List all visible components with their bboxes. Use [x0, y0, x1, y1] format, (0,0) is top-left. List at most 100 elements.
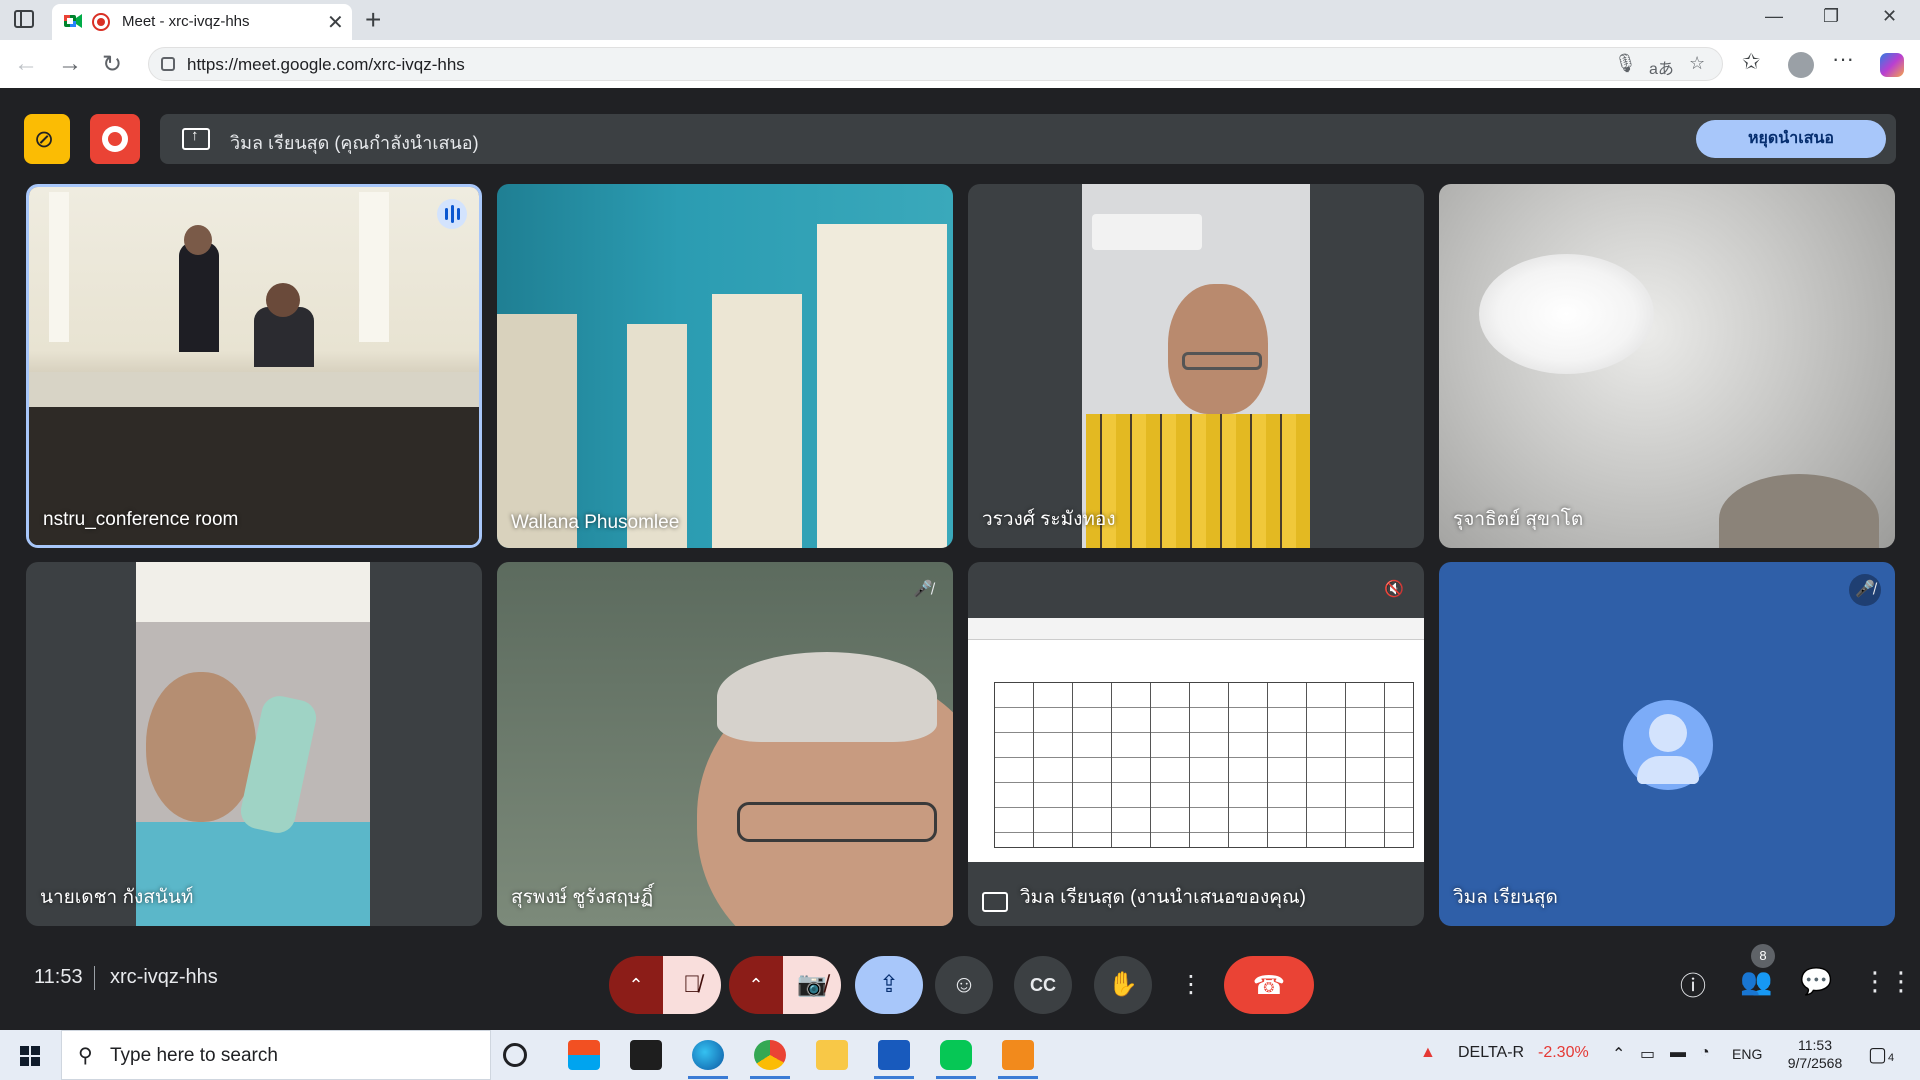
recording-icon: [92, 13, 110, 31]
participant-tile[interactable]: nstru_conference room: [26, 184, 482, 548]
address-bar[interactable]: https://meet.google.com/xrc-ivqz-hhs 🎙 a…: [148, 47, 1723, 81]
presenting-text: วิมล เรียนสุด (คุณกำลังนำเสนอ): [230, 133, 479, 153]
search-placeholder: Type here to search: [110, 1045, 278, 1066]
profile-icon[interactable]: [1788, 52, 1814, 78]
activities-icon[interactable]: ⋮⋮⋮: [1862, 966, 1920, 997]
present-icon: [182, 127, 210, 150]
participant-name: นายเดชา กังสนันท์: [40, 887, 194, 908]
mic-off-icon: 🎤̸: [1849, 574, 1881, 606]
emoji-icon[interactable]: ☺: [935, 956, 993, 1014]
participant-tile[interactable]: Wallana Phusomlee: [497, 184, 953, 548]
stop-presenting-button[interactable]: หยุดนำเสนอ: [1696, 120, 1886, 158]
reload-button[interactable]: ↻: [102, 50, 122, 79]
raise-hand-icon[interactable]: ✋: [1094, 956, 1152, 1014]
no-recording-button[interactable]: ⊘: [24, 114, 70, 164]
device-icon[interactable]: ▭: [1640, 1044, 1655, 1064]
taskbar-clock[interactable]: 11:53 9/7/2568: [1775, 1036, 1855, 1072]
divider: [94, 966, 95, 990]
new-tab-button[interactable]: +: [365, 4, 381, 36]
battery-icon[interactable]: ▬: [1670, 1044, 1686, 1062]
pdf-icon[interactable]: [1002, 1040, 1034, 1070]
call-controls: 11:53 xrc-ivqz-hhs ⌃ 🎙̸ ⌃ 📷̸ ⇪ ☺ CC ✋ ⋮ …: [6, 936, 1920, 1026]
mic-off-icon: 🎤̸: [913, 581, 933, 598]
participant-tile[interactable]: วรวงศ์ ระมังทอง: [968, 184, 1424, 548]
more-options-icon[interactable]: ⋮: [1174, 956, 1208, 1014]
stock-name[interactable]: DELTA-R: [1458, 1044, 1524, 1062]
info-icon[interactable]: ⓘ: [1680, 966, 1706, 1003]
more-icon[interactable]: ···: [1832, 46, 1854, 72]
store-icon[interactable]: [568, 1040, 600, 1070]
line-icon[interactable]: [940, 1040, 972, 1070]
video-options-button[interactable]: ⌃: [729, 956, 783, 1014]
no-recording-icon: ⊘: [34, 126, 55, 153]
participant-tile[interactable]: นายเดชา กังสนันท์: [26, 562, 482, 926]
language-indicator[interactable]: ENG: [1732, 1046, 1762, 1062]
favorites-icon[interactable]: ✩: [1742, 49, 1760, 75]
recording-button[interactable]: [90, 114, 140, 164]
taskbar-time: 11:53: [1798, 1037, 1832, 1053]
minimize-button[interactable]: —: [1765, 6, 1783, 27]
notification-count: 4: [1888, 1052, 1895, 1064]
tab-title: Meet - xrc-ivqz-hhs: [122, 13, 250, 30]
translate-icon[interactable]: aあ: [1649, 55, 1674, 79]
restore-button[interactable]: ❐: [1823, 6, 1839, 27]
participant-name: วรวงศ์ ระมังทอง: [982, 509, 1116, 530]
copilot-icon[interactable]: [1880, 53, 1904, 77]
stock-icon[interactable]: ▲: [1420, 1044, 1436, 1062]
participant-name: วิมล เรียนสุด (งานนำเสนอของคุณ): [1020, 887, 1306, 908]
participant-tile[interactable]: 🎤̸ สุรพงษ์ ชูรังสฤษฏิ์: [497, 562, 953, 926]
file-explorer-icon[interactable]: [816, 1040, 848, 1070]
url-text[interactable]: https://meet.google.com/xrc-ivqz-hhs: [187, 55, 465, 75]
search-icon: ⚲: [78, 1045, 93, 1067]
mic-off-icon: 🔇: [1384, 581, 1404, 598]
participant-name: Wallana Phusomlee: [511, 512, 680, 533]
back-button[interactable]: ←: [14, 50, 38, 78]
participant-tile[interactable]: รุจาธิตย์ สุขาโต: [1439, 184, 1895, 548]
speaking-icon: [437, 199, 467, 229]
camera-off-icon[interactable]: 📷̸: [783, 956, 841, 1014]
mic-off-icon[interactable]: 🎙̸: [663, 956, 721, 1014]
forward-button[interactable]: →: [58, 50, 82, 78]
edge-icon[interactable]: [692, 1040, 724, 1070]
present-icon: [982, 892, 1008, 912]
browser-tabbar: Meet - xrc-ivqz-hhs ✕ + — ❐ ✕: [0, 0, 1920, 40]
start-icon[interactable]: [20, 1046, 40, 1066]
taskbar: ⚲ Type here to search ▲ DELTA-R -2.30% ⌃…: [0, 1030, 1920, 1080]
audio-options-button[interactable]: ⌃: [609, 956, 663, 1014]
close-window-button[interactable]: ✕: [1882, 6, 1897, 27]
wifi-icon[interactable]: ◔: [1700, 1044, 1710, 1062]
chrome-icon[interactable]: [754, 1040, 786, 1070]
taskbar-date: 9/7/2568: [1787, 1055, 1843, 1071]
word-icon[interactable]: [878, 1040, 910, 1070]
lock-icon[interactable]: [161, 57, 175, 71]
presentation-tile[interactable]: 🔇 วิมล เรียนสุด (งานนำเสนอของคุณ): [968, 562, 1424, 926]
tab-actions-icon[interactable]: [14, 10, 34, 28]
participant-name: nstru_conference room: [43, 509, 239, 530]
mail-icon[interactable]: [630, 1040, 662, 1070]
presenting-banner: วิมล เรียนสุด (คุณกำลังนำเสนอ) หยุดนำเสน…: [160, 114, 1896, 164]
browser-toolbar: ← → ↻ https://meet.google.com/xrc-ivqz-h…: [0, 40, 1920, 88]
meet-favicon: [64, 14, 82, 28]
participant-tile[interactable]: 🎤̸ วิมล เรียนสุด: [1439, 562, 1895, 926]
participant-name: สุรพงษ์ ชูรังสฤษฏิ์: [511, 887, 654, 908]
tab-close-icon[interactable]: ✕: [327, 10, 344, 35]
task-view-icon[interactable]: [503, 1043, 527, 1067]
people-icon[interactable]: 👥: [1740, 966, 1772, 997]
tab-meet[interactable]: Meet - xrc-ivqz-hhs ✕: [52, 4, 352, 40]
chevron-up-icon[interactable]: ⌃: [1612, 1044, 1625, 1064]
leave-call-icon[interactable]: ☎: [1224, 956, 1314, 1014]
captions-icon[interactable]: CC: [1014, 956, 1072, 1014]
meet-window: ⊘ วิมล เรียนสุด (คุณกำลังนำเสนอ) หยุดนำเ…: [6, 92, 1920, 1026]
present-screen-icon[interactable]: ⇪: [855, 956, 923, 1014]
meeting-time: 11:53: [34, 966, 83, 988]
participant-name: วิมล เรียนสุด: [1453, 887, 1558, 908]
participant-name: รุจาธิตย์ สุขาโต: [1453, 509, 1584, 530]
participant-count-badge: 8: [1751, 944, 1775, 968]
mic-icon[interactable]: 🎙: [1614, 53, 1637, 74]
star-icon[interactable]: ☆: [1689, 53, 1705, 74]
taskbar-search[interactable]: ⚲ Type here to search: [61, 1030, 491, 1080]
notification-icon[interactable]: ▢: [1868, 1042, 1887, 1067]
meeting-code: xrc-ivqz-hhs: [110, 966, 218, 988]
chat-icon[interactable]: 💬: [1800, 966, 1832, 997]
stock-change[interactable]: -2.30%: [1538, 1044, 1589, 1062]
